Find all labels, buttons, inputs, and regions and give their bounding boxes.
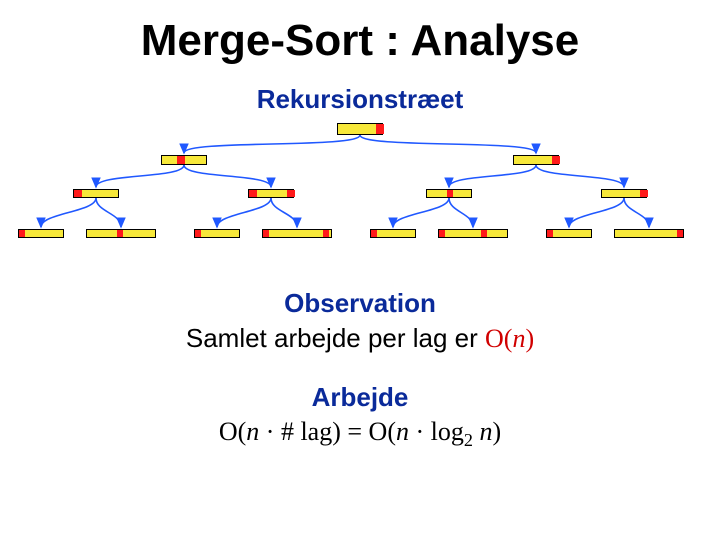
observation-text: Samlet arbejde per lag er O(n) (0, 323, 720, 354)
node-red-segment (640, 190, 648, 197)
tree-node (194, 229, 240, 238)
eq-p2: · # lag) = O( (259, 417, 396, 446)
tree-node (248, 189, 294, 198)
tree-edge (96, 198, 121, 227)
tree-node (73, 189, 119, 198)
node-red-segment (19, 230, 25, 237)
work-heading: Arbejde (0, 382, 720, 413)
eq-p1: O( (219, 417, 246, 446)
tree-edge (271, 198, 297, 227)
work-equation: O(n · # lag) = O(n · log2 n) (0, 417, 720, 451)
node-red-segment (323, 230, 329, 237)
node-red-segment (195, 230, 201, 237)
node-red-segment (249, 190, 257, 197)
eq-n1: n (246, 417, 259, 446)
node-red-segment (117, 230, 123, 237)
tree-node (370, 229, 416, 238)
eq-n3: n (479, 417, 492, 446)
slide-title: Merge-Sort : Analyse (0, 16, 720, 66)
tree-node (438, 229, 508, 238)
node-red-segment (547, 230, 553, 237)
tree-edge (624, 198, 649, 227)
eq-n2: n (396, 417, 409, 446)
tree-node (86, 229, 156, 238)
tree-edge (184, 135, 360, 153)
tree-node (161, 155, 207, 165)
tree-edge (393, 198, 449, 227)
tree-node (426, 189, 472, 198)
tree-node (513, 155, 559, 165)
tree-node (546, 229, 592, 238)
tree-node (18, 229, 64, 238)
tree-edge (360, 135, 536, 153)
tree-edge (217, 198, 271, 227)
tree-heading: Rekursionstræet (0, 84, 720, 115)
node-red-segment (74, 190, 82, 197)
tree-edge (536, 165, 624, 187)
tree-node (337, 123, 383, 135)
observation-plain: Samlet arbejde per lag er (186, 323, 485, 353)
node-red-segment (552, 156, 560, 164)
eq-p3: · log (409, 417, 464, 446)
node-red-segment (371, 230, 377, 237)
recursion-tree-diagram (10, 123, 710, 268)
tree-node (601, 189, 647, 198)
node-red-segment (677, 230, 683, 237)
node-red-segment (177, 156, 185, 164)
observation-heading: Observation (0, 288, 720, 319)
node-red-segment (263, 230, 269, 237)
tree-edge (569, 198, 624, 227)
tree-edge (449, 198, 473, 227)
node-red-segment (481, 230, 487, 237)
tree-edge (184, 165, 271, 187)
tree-edge (449, 165, 536, 187)
tree-node (614, 229, 684, 238)
eq-sub: 2 (464, 430, 473, 450)
observation-complexity: O(n) (485, 324, 534, 353)
node-red-segment (447, 190, 453, 197)
node-red-segment (287, 190, 295, 197)
tree-edge (96, 165, 184, 187)
node-red-segment (439, 230, 445, 237)
node-red-segment (376, 124, 384, 134)
eq-p4: ) (492, 417, 501, 446)
tree-edge (41, 198, 96, 227)
tree-node (262, 229, 332, 238)
